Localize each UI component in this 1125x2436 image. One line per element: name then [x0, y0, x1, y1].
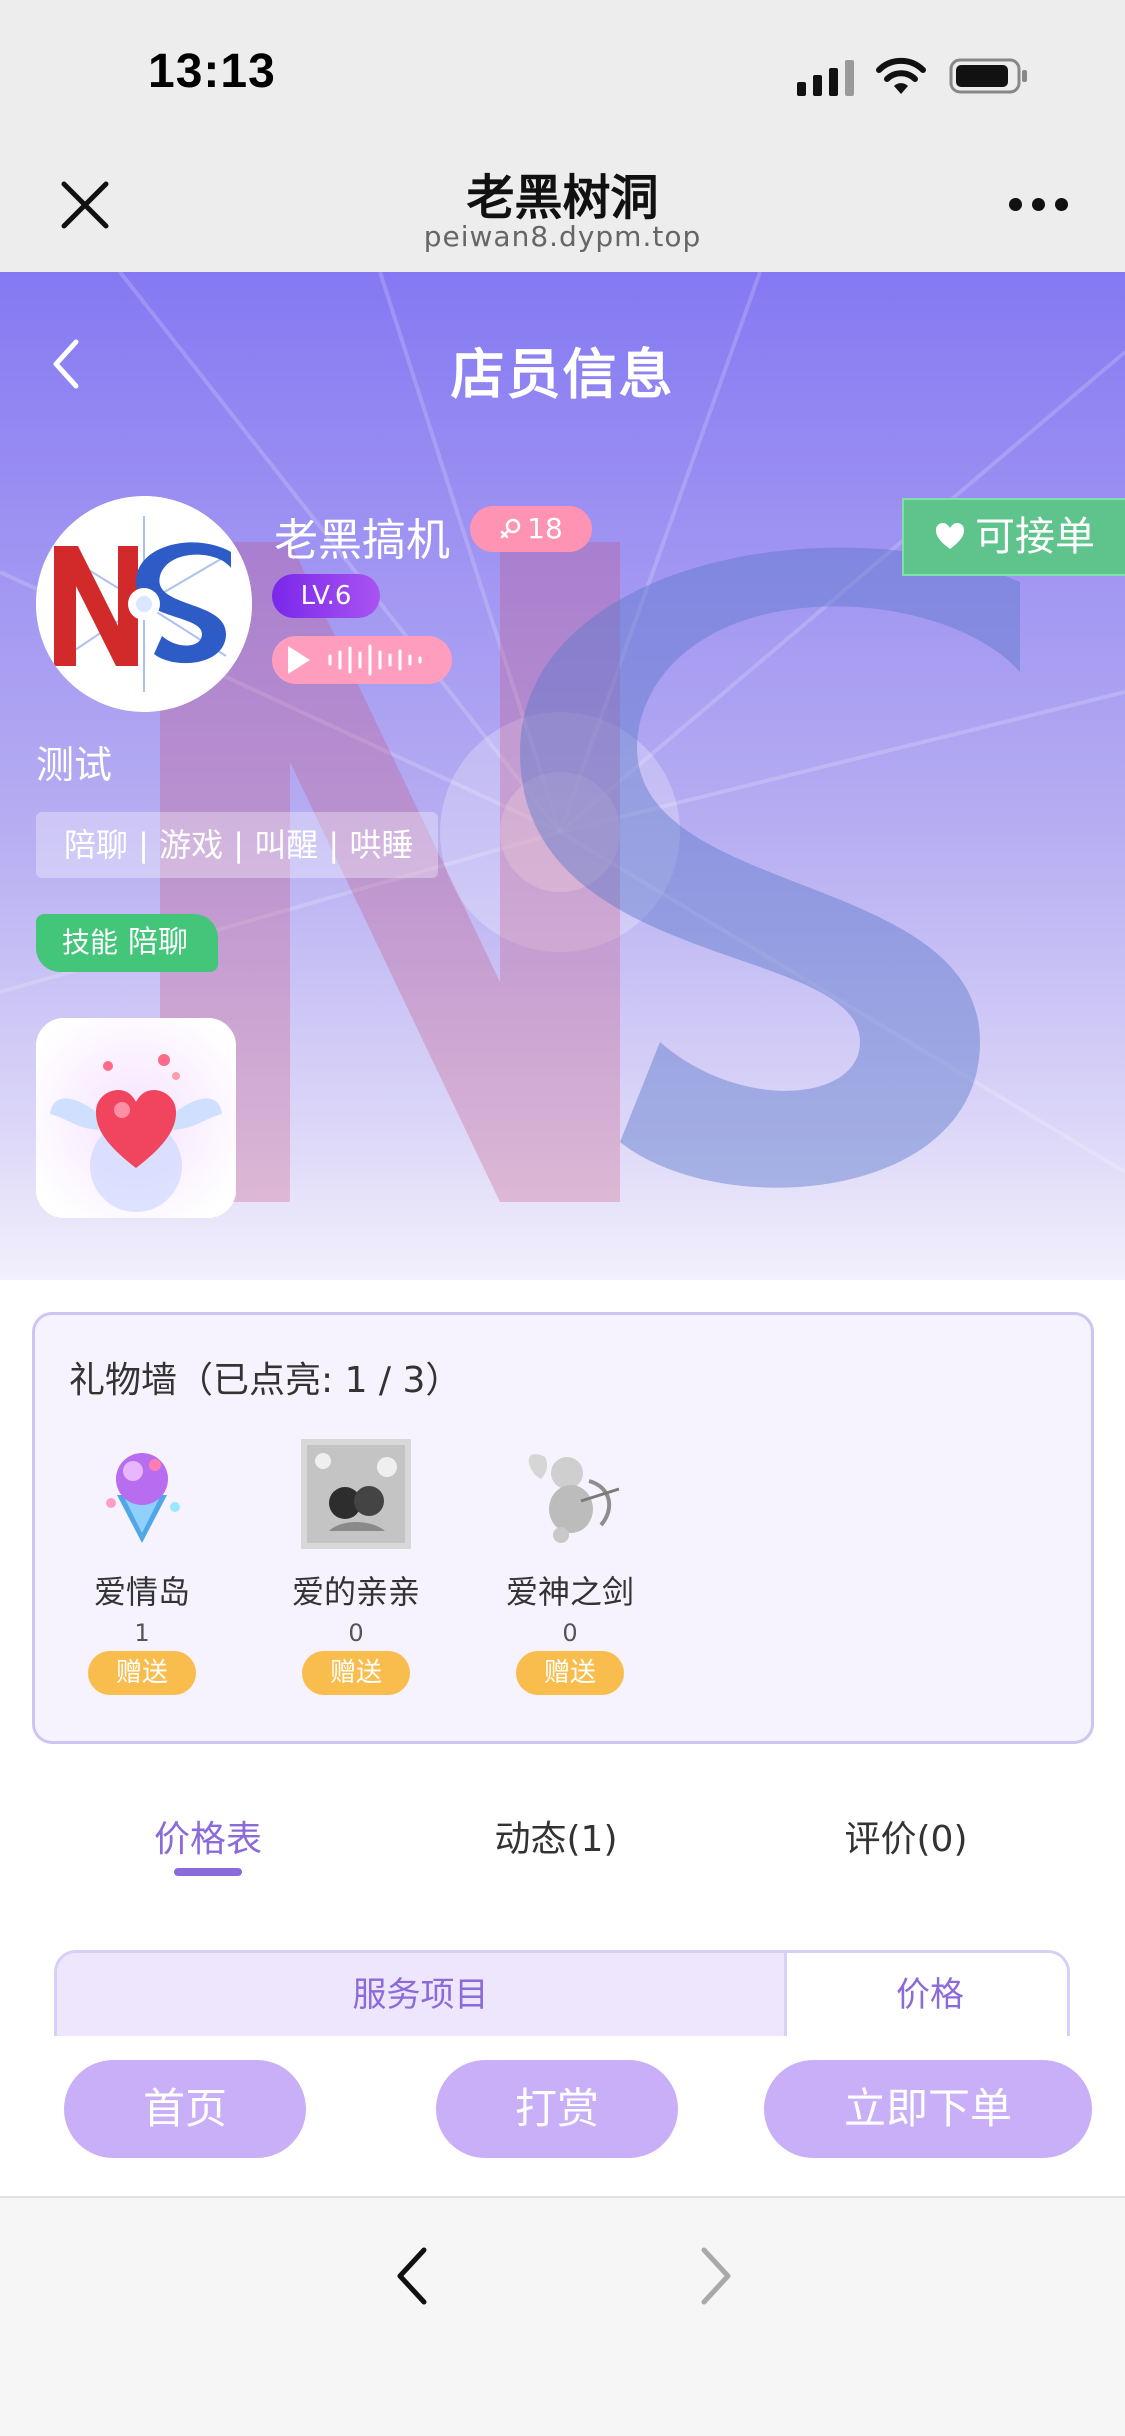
signature: 测试 [36, 743, 113, 787]
love-island-gift-icon [106, 1453, 180, 1543]
status-bar: 13:13 [0, 0, 1125, 140]
featured-gift-image[interactable] [36, 1018, 236, 1218]
order-now-button[interactable]: 立即下单 [764, 2060, 1092, 2158]
gift-item: 爱情岛 1 赠送 [57, 1439, 227, 1695]
more-icon[interactable] [1009, 198, 1069, 214]
voice-intro-button[interactable] [272, 636, 452, 684]
action-bar: 首页 打赏 立即下单 [0, 2036, 1125, 2196]
service-tags: 陪聊 | 游戏 | 叫醒 | 哄睡 [36, 812, 438, 878]
gift-count: 1 [134, 1619, 150, 1647]
price-table: 服务项目 价格 [54, 1950, 1070, 2036]
battery-icon [949, 58, 1027, 94]
gift-name: 爱神之剑 [505, 1573, 634, 1611]
gift-count: 0 [562, 1619, 578, 1647]
skill-tag-value: 陪聊 [128, 925, 189, 960]
nav-title: 老黑树洞 [466, 170, 659, 226]
send-gift-button[interactable]: 赠送 [302, 1651, 410, 1695]
signal-icon [797, 60, 854, 96]
winged-heart-icon [36, 1018, 236, 1218]
female-icon [500, 518, 521, 539]
available-status-label: 可接单 [975, 514, 1095, 560]
browser-back-icon[interactable] [392, 2244, 432, 2308]
skill-tag-label: 技能 [62, 926, 119, 959]
send-gift-button[interactable]: 赠送 [516, 1651, 624, 1695]
avatar-logo-image [36, 496, 252, 712]
tip-button[interactable]: 打赏 [436, 2060, 678, 2158]
age-value: 18 [527, 512, 563, 545]
browser-forward-icon[interactable] [696, 2244, 736, 2308]
wifi-icon [876, 57, 926, 94]
send-gift-button[interactable]: 赠送 [88, 1651, 196, 1695]
nickname: 老黑搞机 [274, 515, 450, 566]
profile-hero: 店员信息 老黑搞机 18 LV.6 可接单 测试 陪聊 | 游戏 | 叫醒 | … [0, 272, 1125, 1280]
cupid-sword-gift-icon [528, 1454, 620, 1543]
home-button[interactable]: 首页 [64, 2060, 306, 2158]
browser-toolbar [0, 2196, 1125, 2436]
gift-count: 0 [348, 1619, 364, 1647]
available-status-button[interactable]: 可接单 [902, 498, 1125, 576]
gift-wall: 礼物墙（已点亮: 1 / 3） 爱情岛 1 赠送 爱的亲亲 0 赠送 爱神之剑 … [32, 1312, 1094, 1744]
skill-tag: 技能 陪聊 [36, 914, 218, 972]
nav-url: peiwan8.dypm.top [423, 220, 702, 253]
nav-bar: 老黑树洞 peiwan8.dypm.top [0, 140, 1125, 272]
gift-name: 爱情岛 [93, 1573, 190, 1611]
tab-active-indicator [174, 1868, 242, 1876]
tab-reviews[interactable]: 评价(0) [836, 1810, 976, 1862]
voice-waveform-icon [288, 644, 422, 676]
status-time: 13:13 [148, 45, 276, 98]
level-badge: LV.6 [272, 574, 380, 618]
tab-price-list[interactable]: 价格表 [148, 1810, 268, 1862]
avatar[interactable] [36, 496, 252, 712]
tab-moments[interactable]: 动态(1) [486, 1810, 626, 1862]
gift-item: 爱的亲亲 0 赠送 [271, 1439, 441, 1695]
age-badge: 18 [470, 506, 592, 552]
love-kiss-gift-icon [301, 1439, 411, 1549]
gift-name: 爱的亲亲 [291, 1573, 420, 1611]
gift-wall-title: 礼物墙（已点亮: 1 / 3） [69, 1360, 462, 1401]
page-title: 店员信息 [450, 343, 675, 406]
gift-item: 爱神之剑 0 赠送 [485, 1439, 655, 1695]
price-table-header-service: 服务项目 [57, 1953, 787, 2036]
heart-icon [936, 523, 964, 549]
price-table-header-price: 价格 [790, 1953, 1067, 2036]
